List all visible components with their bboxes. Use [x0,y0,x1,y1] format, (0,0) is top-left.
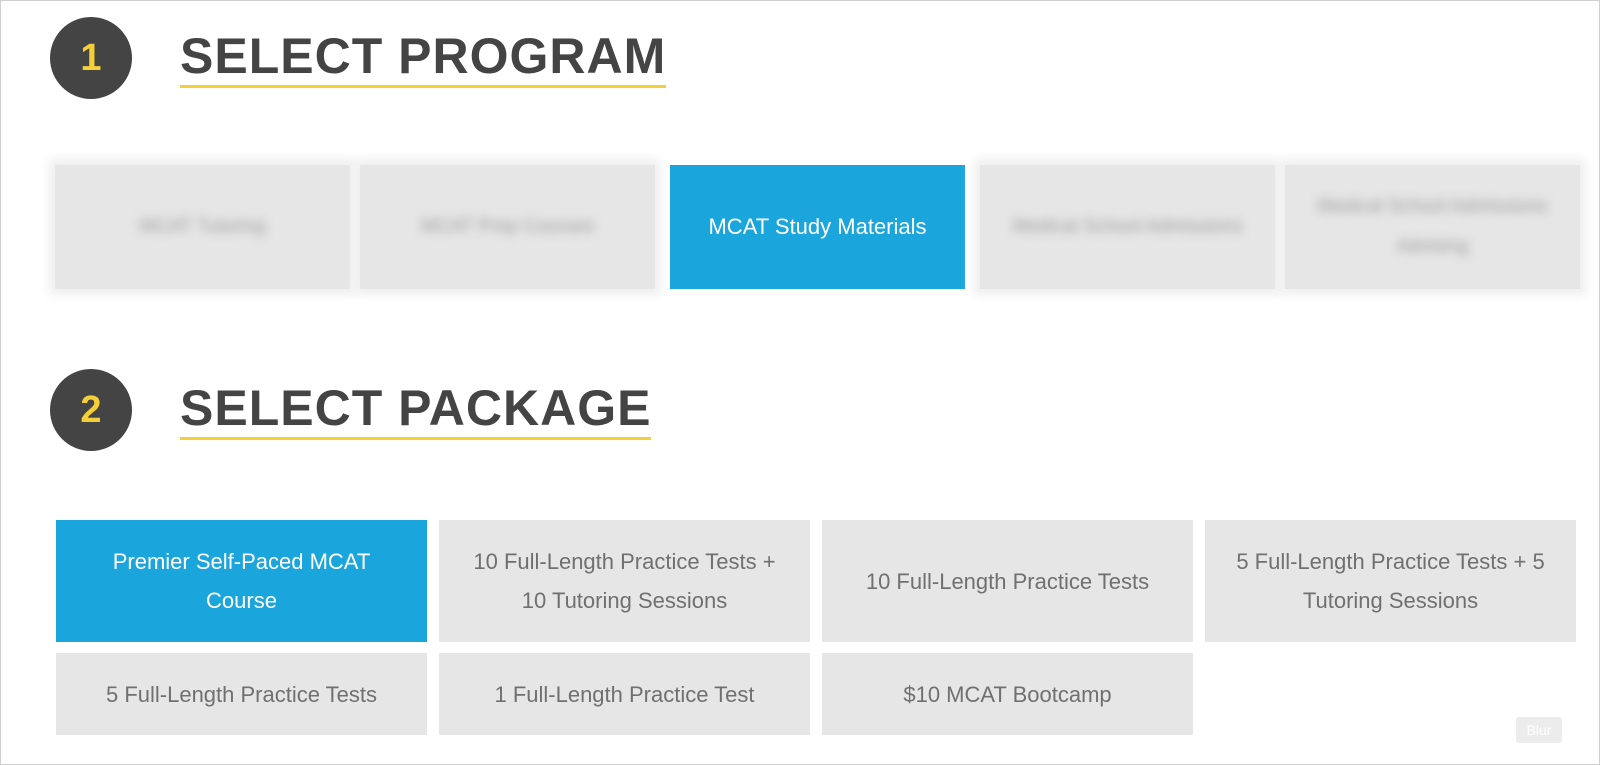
package-option-1-test[interactable]: 1 Full-Length Practice Test [439,653,810,735]
program-option-5[interactable]: Medical School Admissions Advising [1285,165,1580,289]
package-option-10-tests-10-tutoring[interactable]: 10 Full-Length Practice Tests + 10 Tutor… [439,520,810,642]
program-option-label: MCAT Prep Courses [420,216,595,237]
step-2-header: 2 SELECT PACKAGE [50,369,652,451]
package-option-mcat-bootcamp[interactable]: $10 MCAT Bootcamp [822,653,1193,735]
program-option-4[interactable]: Medical School Admissions [980,165,1275,289]
package-option-label: 1 Full-Length Practice Test [494,681,755,707]
package-option-premier-self-paced-course[interactable]: Premier Self-Paced MCAT Course [56,520,427,642]
step-2-title: SELECT PACKAGE [180,381,652,440]
step-2-number-badge: 2 [50,369,132,451]
package-option-label: $10 MCAT Bootcamp [903,681,1112,707]
program-option-1[interactable]: MCAT Tutoring [55,165,350,289]
program-option-mcat-study-materials[interactable]: MCAT Study Materials [670,165,965,289]
program-selector: MCAT Tutoring MCAT Prep Courses MCAT Stu… [55,165,1580,289]
step-1-title: SELECT PROGRAM [180,29,667,88]
package-option-5-tests[interactable]: 5 Full-Length Practice Tests [56,653,427,735]
program-option-label: MCAT Tutoring [139,216,266,237]
page-frame: 1 SELECT PROGRAM MCAT Tutoring MCAT Prep… [0,0,1600,765]
blur-button[interactable]: Blur [1516,717,1562,743]
program-option-label: Medical School Admissions [1012,216,1243,237]
program-option-label: Medical School Admissions Advising [1317,196,1548,257]
package-option-5-tests-5-tutoring[interactable]: 5 Full-Length Practice Tests + 5 Tutorin… [1205,520,1576,642]
program-option-2[interactable]: MCAT Prep Courses [360,165,655,289]
program-option-label: MCAT Study Materials [708,214,927,239]
step-1-header: 1 SELECT PROGRAM [50,17,667,99]
package-option-10-tests[interactable]: 10 Full-Length Practice Tests [822,520,1193,642]
step-1-number-badge: 1 [50,17,132,99]
package-option-label: Premier Self-Paced MCAT Course [112,549,371,613]
package-option-label: 10 Full-Length Practice Tests + 10 Tutor… [473,549,776,613]
package-option-label: 10 Full-Length Practice Tests [865,568,1150,594]
package-option-label: 5 Full-Length Practice Tests [105,681,378,707]
package-option-label: 5 Full-Length Practice Tests + 5 Tutorin… [1236,549,1545,613]
